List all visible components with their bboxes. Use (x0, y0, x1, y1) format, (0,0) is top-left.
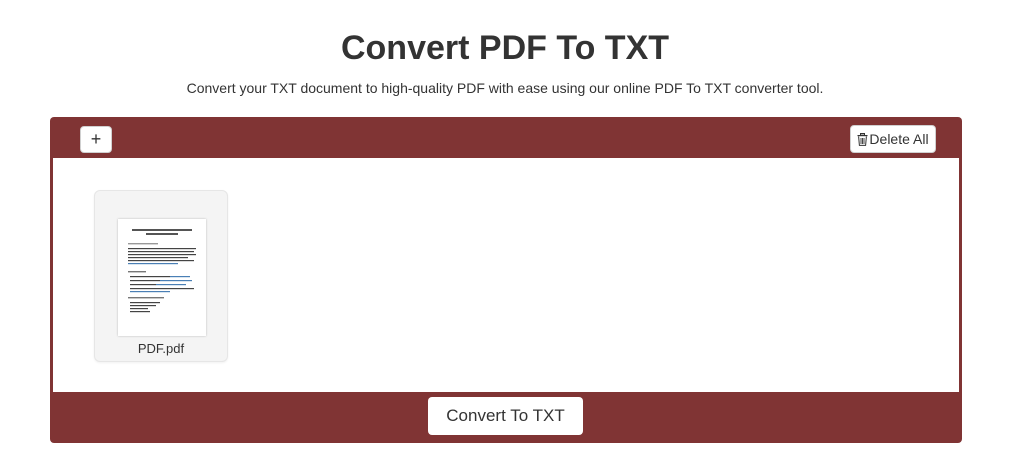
delete-all-button[interactable]: Delete All (850, 125, 936, 153)
file-drop-area[interactable]: PDF.pdf (53, 158, 959, 392)
pdf-page-thumbnail (118, 219, 206, 336)
file-card[interactable]: PDF.pdf (94, 190, 228, 362)
page-subtitle: Convert your TXT document to high-qualit… (186, 80, 824, 96)
page-title: Convert PDF To TXT (340, 29, 670, 67)
plus-icon: + (90, 129, 102, 149)
add-file-button[interactable]: + (80, 126, 112, 153)
pdf-page-preview-graphic (128, 229, 196, 313)
trash-icon (857, 132, 868, 146)
file-name: PDF.pdf (137, 341, 185, 356)
delete-all-label: Delete All (869, 131, 929, 147)
convert-button[interactable]: Convert To TXT (428, 397, 583, 435)
converter-panel: + Delete All PDF.pdf Convert To TXT (50, 117, 962, 443)
